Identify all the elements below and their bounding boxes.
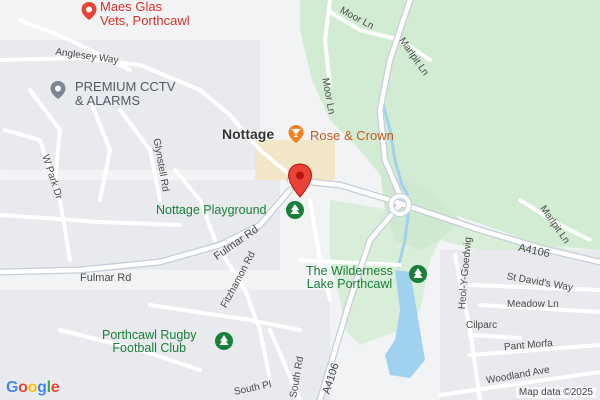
map-data-copyright[interactable]: Map data ©2025 <box>515 387 596 398</box>
maes-glas-line1: Maes Glas <box>100 0 163 14</box>
wilderness-line2: Lake Porthcawl <box>306 277 393 292</box>
google-letter-e: e <box>50 379 60 396</box>
google-letter-g: G <box>6 379 19 396</box>
map-view[interactable]: Maes Glas Vets, Porthcawl PREMIUM CCTV &… <box>0 0 600 400</box>
location-pin-icon[interactable] <box>287 163 313 199</box>
road-meadow-ln: Meadow Ln <box>507 299 559 310</box>
rose-crown-label[interactable]: Rose & Crown <box>310 129 394 143</box>
premium-cctv-label[interactable]: PREMIUM CCTV & ALARMS <box>75 80 175 107</box>
premium-cctv-line2: & ALARMS <box>75 92 141 108</box>
nottage-place-label: Nottage <box>222 126 275 142</box>
wilderness-lake-label[interactable]: The Wilderness Lake Porthcawl <box>306 264 393 292</box>
vet-pin-icon[interactable] <box>80 1 98 21</box>
premium-cctv-line1: PREMIUM CCTV <box>75 79 176 94</box>
porthcawl-rugby-label[interactable]: Porthcawl Rugby Football Club <box>102 328 197 356</box>
google-letter-g2: g <box>37 379 47 396</box>
google-logo[interactable]: Google <box>6 379 60 397</box>
cocktail-pin-icon[interactable] <box>287 124 305 144</box>
road-cilparc: Cilparc <box>466 320 498 331</box>
tree-pin-icon-rugby[interactable] <box>214 331 234 353</box>
road-fulmar-rd-main: Fulmar Rd <box>80 272 132 284</box>
nottage-playground-label[interactable]: Nottage Playground <box>156 203 267 217</box>
tree-pin-icon-wilderness[interactable] <box>408 264 428 286</box>
tree-pin-icon[interactable] <box>285 200 305 222</box>
maes-glas-line2: Vets, Porthcawl <box>100 12 190 28</box>
porthcawl-rugby-line2: Football Club <box>112 341 187 356</box>
maes-glas-vets-label[interactable]: Maes Glas Vets, Porthcawl <box>100 0 190 27</box>
google-letter-o1: o <box>18 379 28 396</box>
service-pin-icon[interactable] <box>49 80 67 100</box>
google-letter-o2: o <box>27 379 38 396</box>
